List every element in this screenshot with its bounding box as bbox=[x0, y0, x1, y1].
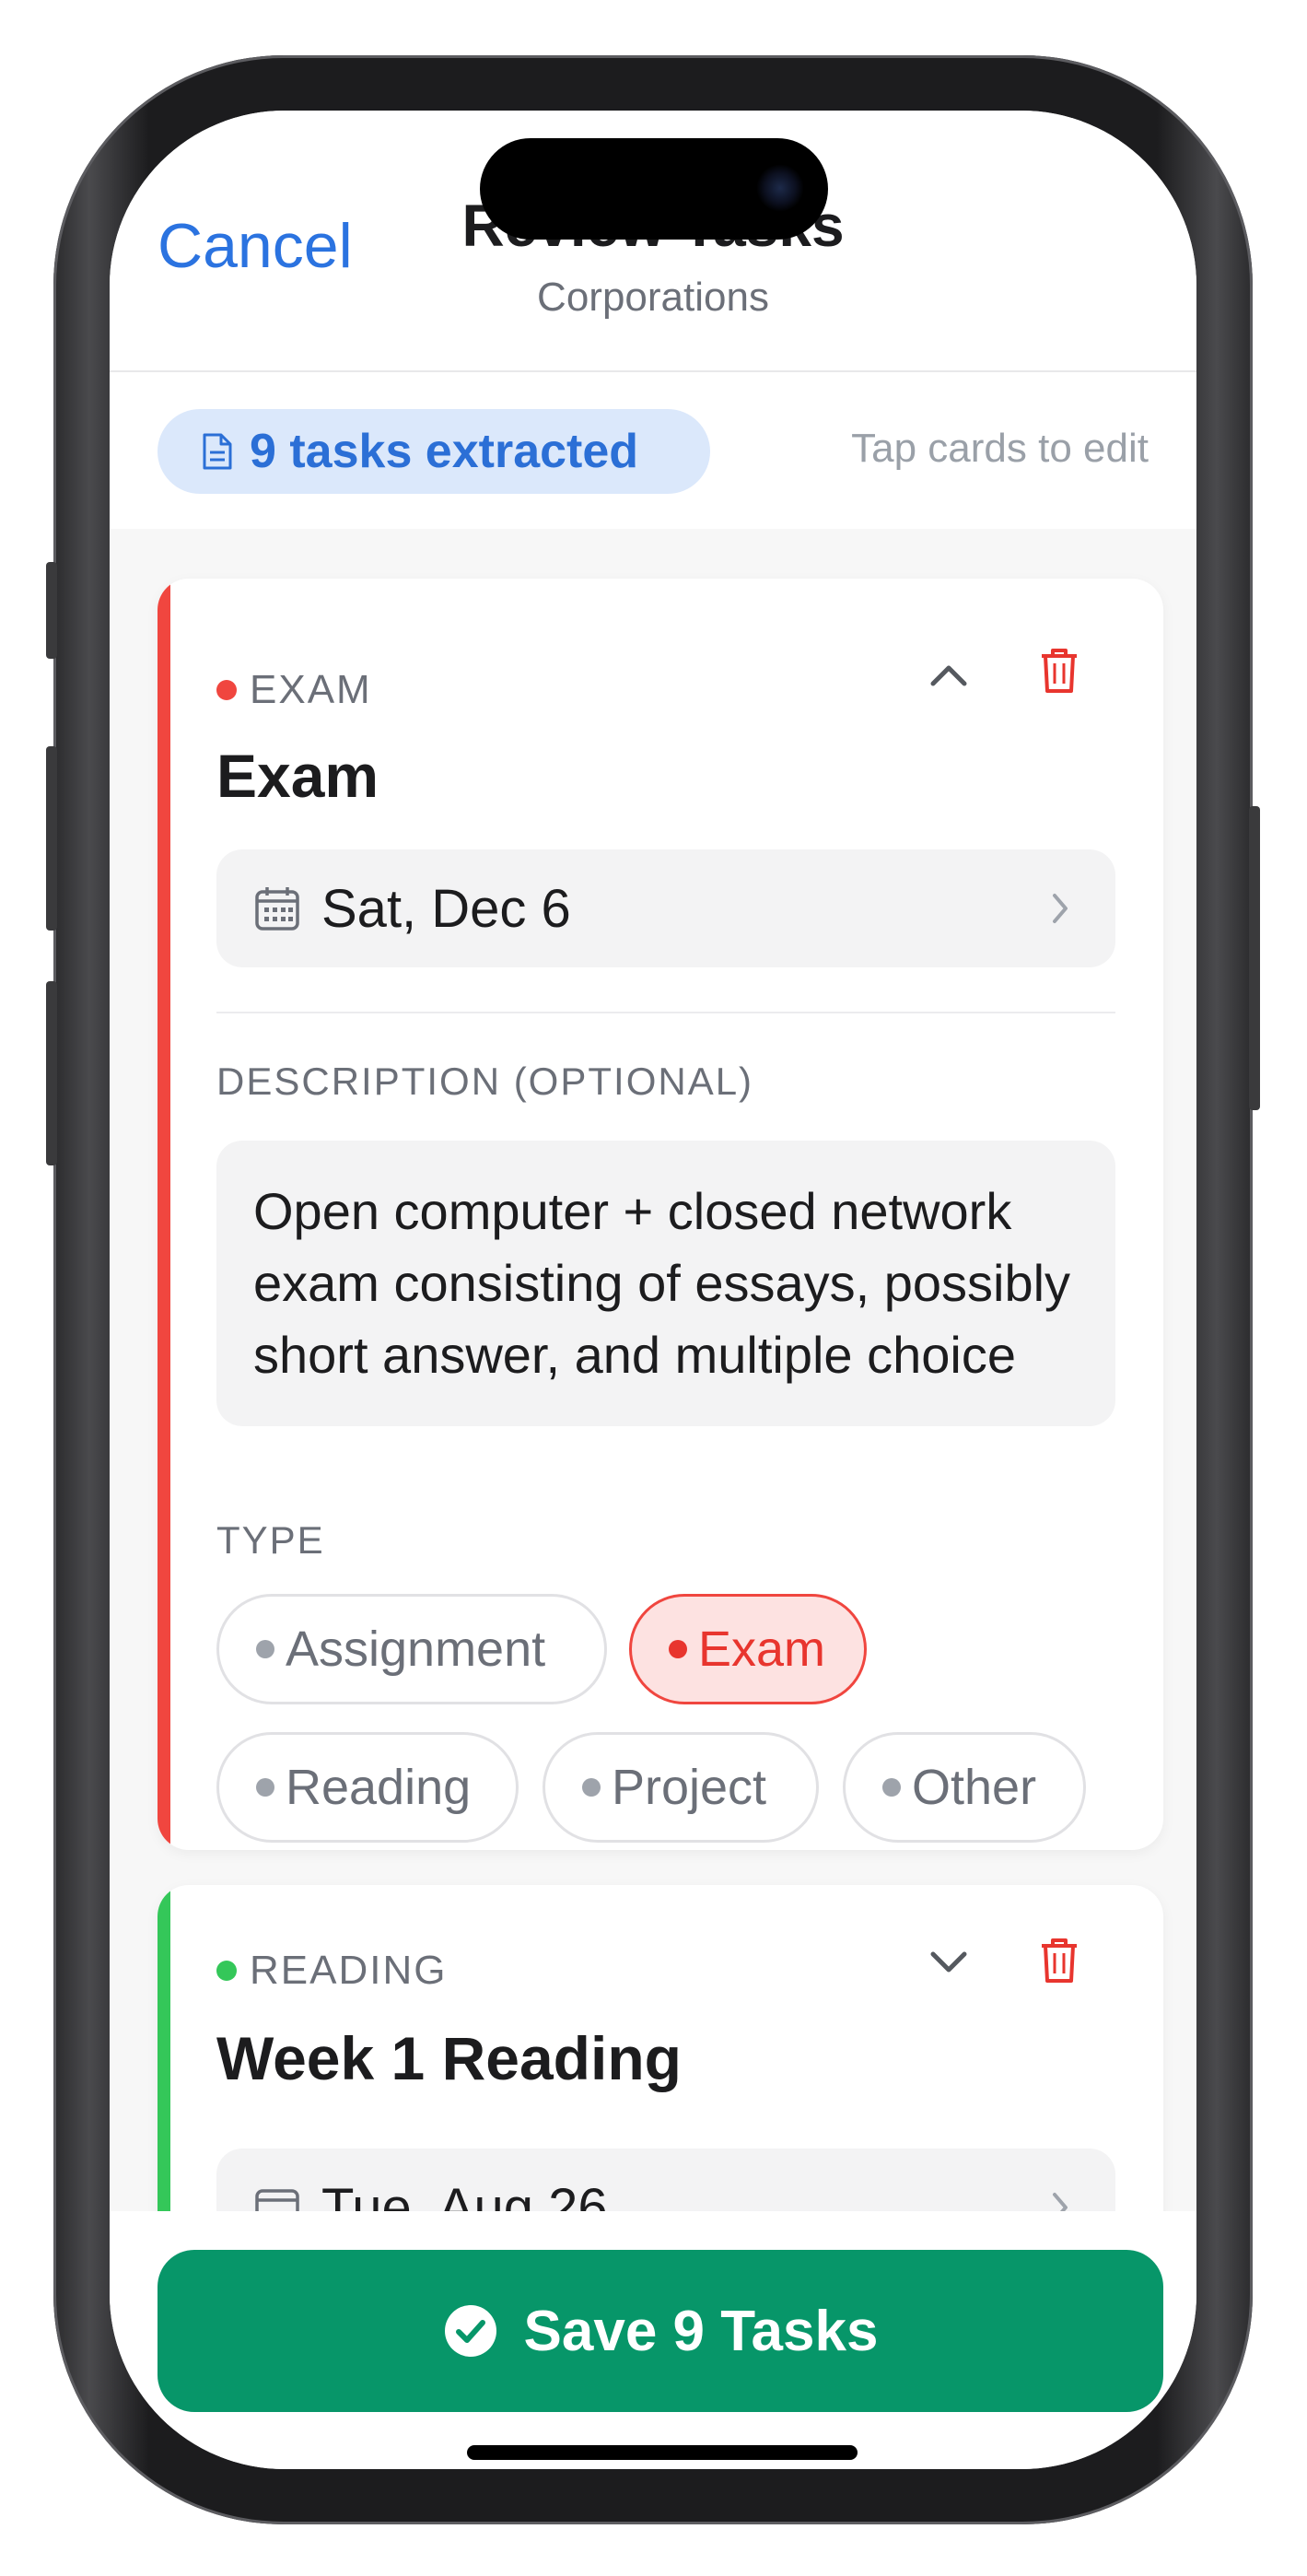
chip-label: Project bbox=[612, 1760, 767, 1815]
date-picker[interactable]: Sat, Dec 6 bbox=[216, 849, 1115, 967]
home-indicator bbox=[467, 2445, 858, 2460]
type-chip-assignment[interactable]: Assignment bbox=[216, 1594, 607, 1704]
type-chip-project[interactable]: Project bbox=[543, 1732, 819, 1843]
screen: Cancel Review Tasks Corporations 9 tasks… bbox=[110, 111, 1196, 2469]
calendar-icon bbox=[255, 887, 299, 931]
category-label: READING bbox=[250, 1948, 448, 1993]
tasks-count-badge: 9 tasks extracted bbox=[158, 409, 710, 494]
volume-down-button bbox=[46, 981, 57, 1165]
task-date: Sat, Dec 6 bbox=[321, 878, 571, 939]
description-field[interactable]: Open computer + closed network exam cons… bbox=[216, 1141, 1115, 1426]
chip-label: Reading bbox=[286, 1760, 472, 1815]
chip-dot bbox=[582, 1778, 601, 1797]
type-label: TYPE bbox=[216, 1518, 325, 1562]
chip-dot bbox=[256, 1640, 274, 1658]
chip-dot bbox=[256, 1778, 274, 1797]
dynamic-island bbox=[480, 138, 828, 240]
task-title[interactable]: Exam bbox=[216, 741, 379, 811]
page-subtitle: Corporations bbox=[537, 275, 769, 320]
category-dot bbox=[216, 680, 237, 700]
task-title[interactable]: Week 1 Reading bbox=[216, 2023, 682, 2093]
type-chip-reading[interactable]: Reading bbox=[216, 1732, 519, 1843]
type-chip-exam[interactable]: Exam bbox=[629, 1594, 867, 1704]
chevron-down-icon[interactable] bbox=[926, 1938, 972, 1985]
chip-label: Other bbox=[912, 1760, 1037, 1815]
card-category: READING bbox=[216, 1948, 447, 1994]
chip-label: Assignment bbox=[286, 1622, 546, 1677]
type-chip-other[interactable]: Other bbox=[843, 1732, 1086, 1843]
category-dot bbox=[216, 1961, 237, 1981]
power-button bbox=[1249, 806, 1260, 1110]
card-accent-bar bbox=[158, 579, 170, 1850]
chevron-up-icon[interactable] bbox=[926, 652, 972, 698]
card-category: EXAM bbox=[216, 667, 372, 713]
save-button-label: Save 9 Tasks bbox=[523, 2299, 879, 2363]
edit-hint: Tap cards to edit bbox=[851, 426, 1149, 471]
action-button bbox=[46, 562, 57, 659]
save-tasks-button[interactable]: Save 9 Tasks bbox=[158, 2250, 1163, 2412]
task-card[interactable]: EXAM Exam Sat, Dec 6 DESCRIPTION (OPTION… bbox=[158, 579, 1163, 1850]
description-text: Open computer + closed network exam cons… bbox=[253, 1182, 1071, 1384]
tasks-count-label: 9 tasks extracted bbox=[250, 425, 639, 478]
trash-icon[interactable] bbox=[1038, 1935, 1080, 1986]
chip-dot bbox=[669, 1640, 687, 1658]
volume-up-button bbox=[46, 746, 57, 931]
divider bbox=[216, 1012, 1115, 1013]
camera-icon bbox=[756, 164, 804, 212]
trash-icon[interactable] bbox=[1038, 645, 1080, 697]
chevron-right-icon bbox=[1053, 894, 1068, 923]
description-label: DESCRIPTION (OPTIONAL) bbox=[216, 1060, 754, 1103]
chip-dot bbox=[882, 1778, 901, 1797]
chip-label: Exam bbox=[698, 1622, 826, 1677]
checkmark-circle-icon bbox=[444, 2305, 496, 2357]
document-icon bbox=[203, 433, 232, 470]
category-label: EXAM bbox=[250, 667, 372, 712]
